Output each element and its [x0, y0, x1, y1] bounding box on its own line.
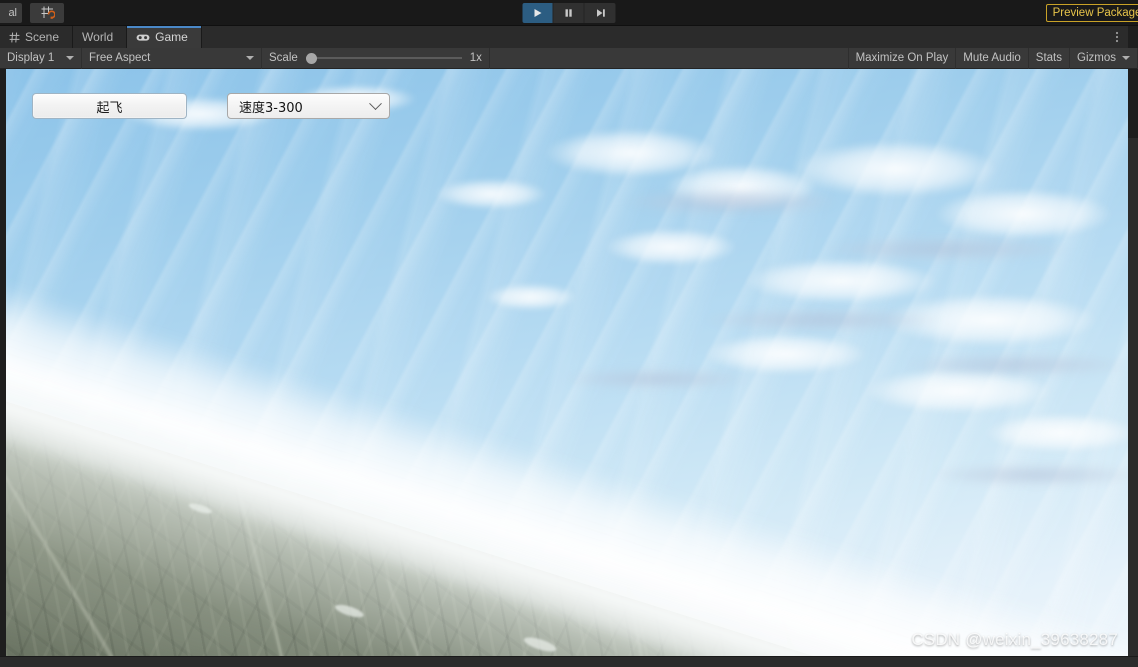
pause-button[interactable] — [553, 2, 585, 23]
game-view-frame: 起飞 速度3-300 CSDN @weixin_39638287 — [0, 69, 1138, 667]
scale-slider-group[interactable]: Scale 1x — [262, 47, 490, 69]
game-view-toolbar: Display 1 Free Aspect Scale 1x Maximize … — [0, 47, 1138, 69]
watermark: CSDN @weixin_39638287 — [911, 630, 1118, 649]
aspect-dropdown-label: Free Aspect — [89, 52, 151, 64]
unity-editor-window: al Preview Packag Scene World Game Displ… — [0, 0, 1138, 667]
river-line — [6, 481, 200, 656]
speed-dropdown-label: 速度3-300 — [239, 100, 303, 116]
aspect-dropdown[interactable]: Free Aspect — [82, 47, 262, 69]
gamepad-icon — [136, 32, 150, 43]
scale-value: 1x — [469, 52, 482, 64]
grid-icon — [9, 32, 20, 43]
maximize-on-play-button[interactable]: Maximize On Play — [847, 47, 957, 69]
stats-label: Stats — [1035, 52, 1063, 64]
more-vertical-icon[interactable] — [1106, 26, 1128, 48]
tab-scene-label: Scene — [25, 30, 60, 44]
mute-audio-button[interactable]: Mute Audio — [955, 47, 1029, 69]
pivot-rotation-button[interactable]: al — [0, 2, 22, 23]
pivot-rotation-label: al — [8, 6, 17, 19]
takeoff-button-label: 起飞 — [96, 100, 123, 116]
play-button[interactable] — [522, 2, 554, 23]
chevron-down-icon — [66, 56, 74, 60]
tab-game-label: Game — [155, 30, 188, 44]
speed-dropdown[interactable]: 速度3-300 — [227, 93, 390, 119]
tab-bar-endcap — [1128, 26, 1138, 48]
play-icon — [534, 8, 542, 17]
gizmos-dropdown[interactable]: Gizmos — [1069, 47, 1138, 69]
grid-snap-icon — [41, 6, 55, 19]
scale-slider-knob[interactable] — [305, 52, 317, 64]
step-icon — [596, 8, 605, 17]
gizmos-label: Gizmos — [1077, 52, 1116, 64]
pause-icon — [565, 8, 572, 17]
game-toolbar-right-group: Maximize On Play Mute Audio Stats Gizmos — [847, 47, 1138, 69]
game-view-bottom-strip — [0, 656, 1138, 667]
game-view-render[interactable]: 起飞 速度3-300 CSDN @weixin_39638287 — [6, 69, 1128, 656]
tab-bar-spacer — [201, 26, 1106, 48]
snow-patch — [522, 634, 558, 655]
step-button[interactable] — [584, 2, 616, 23]
tab-world[interactable]: World — [73, 26, 128, 48]
maximize-on-play-label: Maximize On Play — [855, 52, 949, 64]
main-toolbar: al Preview Packag — [0, 0, 1138, 26]
preview-packages-badge[interactable]: Preview Packages in Use — [1045, 3, 1138, 22]
tab-scene[interactable]: Scene — [0, 26, 74, 48]
panel-tab-bar: Scene World Game — [0, 26, 1138, 48]
stats-button[interactable]: Stats — [1027, 47, 1071, 69]
scale-slider-track — [305, 57, 462, 59]
snow-patch — [333, 602, 366, 620]
scale-label: Scale — [269, 52, 298, 64]
tab-game[interactable]: Game — [127, 26, 202, 48]
takeoff-button[interactable]: 起飞 — [32, 93, 187, 119]
mute-audio-label: Mute Audio — [963, 52, 1021, 64]
display-dropdown[interactable]: Display 1 — [0, 47, 82, 69]
playmode-controls — [522, 0, 616, 25]
tab-world-label: World — [82, 30, 114, 44]
toolbar-right-group: Preview Packages in Use — [1045, 0, 1138, 25]
grid-snap-button[interactable] — [30, 2, 64, 23]
chevron-down-icon — [246, 56, 254, 60]
scale-slider[interactable] — [305, 52, 462, 64]
chevron-down-icon — [369, 96, 382, 110]
display-dropdown-label: Display 1 — [7, 52, 55, 64]
chevron-down-icon — [1122, 56, 1130, 60]
terrain-layer — [6, 69, 1128, 656]
game-view-right-border — [1128, 138, 1138, 667]
toolbar-left-group: al — [0, 0, 64, 25]
